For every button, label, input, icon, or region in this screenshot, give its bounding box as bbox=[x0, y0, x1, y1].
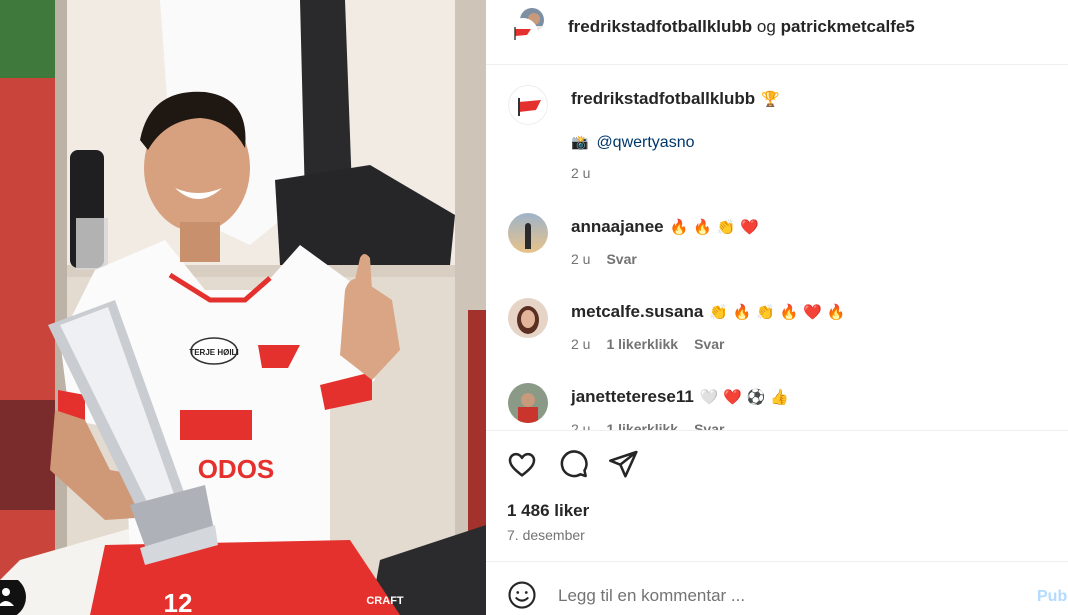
post-actions: 1 486 liker 7. desember bbox=[486, 430, 1068, 560]
comment-time[interactable]: 2 u bbox=[571, 336, 590, 352]
header-conjunction: og bbox=[756, 17, 776, 36]
jersey-number-text: 12 bbox=[164, 588, 193, 615]
comment-likes[interactable]: 1 likerklikk bbox=[606, 336, 678, 352]
comment-username-line: janetteterese11 🤍 ❤️ ⚽ 👍 bbox=[571, 387, 789, 407]
avatar-fredrikstad[interactable] bbox=[508, 18, 538, 48]
club-flag-icon bbox=[518, 98, 541, 116]
likes-count[interactable]: 1 486 liker bbox=[507, 501, 589, 521]
post-header: fredrikstadfotballklubb og patrickmetcal… bbox=[486, 0, 1068, 65]
sponsor-text: TERJE HØILI bbox=[189, 348, 238, 357]
comment-reply-button[interactable]: Svar bbox=[694, 336, 724, 352]
post-header-title: fredrikstadfotballklubb og patrickmetcal… bbox=[568, 17, 915, 37]
list-item: metcalfe.susana 👏 🔥 👏 🔥 ❤️ 🔥 2 u 1 likerkl… bbox=[486, 287, 1068, 357]
comment-username[interactable]: metcalfe.susana bbox=[571, 302, 703, 321]
comment-emojis: 🤍 ❤️ ⚽ 👍 bbox=[699, 388, 789, 406]
shorts-brand-text: CRAFT bbox=[366, 595, 404, 607]
comment-username-line: annaajanee 🔥 🔥 👏 ❤️ bbox=[571, 217, 759, 237]
caption-text: 📸 @qwertyasno bbox=[571, 134, 695, 152]
comment-likes[interactable]: 1 likerklikk bbox=[606, 421, 678, 430]
trophy-icon: 🏆 bbox=[761, 90, 780, 108]
comment-meta: 2 u 1 likerklikk Svar bbox=[571, 421, 740, 430]
post-date[interactable]: 7. desember bbox=[507, 527, 585, 543]
caption-time[interactable]: 2 u bbox=[571, 165, 590, 181]
post-photo[interactable]: TERJE HØILI ODOS 12 CRAFT bbox=[0, 0, 486, 615]
photo-illustration: TERJE HØILI ODOS 12 CRAFT bbox=[0, 0, 486, 615]
tagged-user-icon[interactable] bbox=[0, 580, 26, 615]
avatar[interactable] bbox=[508, 383, 548, 423]
comment-input[interactable] bbox=[558, 584, 978, 608]
comment-composer: Publiser bbox=[486, 561, 1068, 615]
comments-list[interactable]: fredrikstadfotballklubb 🏆 📸 @qwertyasno 2 … bbox=[486, 66, 1068, 430]
avatar[interactable] bbox=[508, 213, 548, 253]
club-flag-icon bbox=[510, 20, 536, 46]
comment-time[interactable]: 2 u bbox=[571, 421, 590, 430]
comment-username[interactable]: janetteterese11 bbox=[571, 387, 694, 406]
comment-meta: 2 u Svar bbox=[571, 251, 653, 267]
comment-username-line: metcalfe.susana 👏 🔥 👏 🔥 ❤️ 🔥 bbox=[571, 302, 845, 322]
publish-button[interactable]: Publiser bbox=[1037, 588, 1068, 606]
avatar[interactable] bbox=[508, 85, 548, 125]
camera-icon: 📸 bbox=[571, 135, 589, 151]
emoji-icon[interactable] bbox=[507, 580, 537, 610]
heart-icon[interactable] bbox=[506, 448, 538, 480]
header-account-primary[interactable]: fredrikstadfotballklubb bbox=[568, 17, 752, 36]
list-item: annaajanee 🔥 🔥 👏 ❤️ 2 u Svar bbox=[486, 202, 1068, 272]
avatar[interactable] bbox=[508, 298, 548, 338]
caption-mention-link[interactable]: @qwertyasno bbox=[596, 134, 694, 151]
collab-avatars[interactable] bbox=[508, 6, 548, 48]
comment-time[interactable]: 2 u bbox=[571, 251, 590, 267]
comment-reply-button[interactable]: Svar bbox=[694, 421, 724, 430]
caption-username-line: fredrikstadfotballklubb 🏆 bbox=[571, 89, 780, 109]
jersey-brand-text: ODOS bbox=[198, 454, 275, 484]
comment-emojis: 👏 🔥 👏 🔥 ❤️ 🔥 bbox=[709, 303, 846, 321]
caption-username[interactable]: fredrikstadfotballklubb bbox=[571, 89, 755, 108]
list-item: janetteterese11 🤍 ❤️ ⚽ 👍 2 u 1 likerklikk S… bbox=[486, 372, 1068, 430]
comment-reply-button[interactable]: Svar bbox=[606, 251, 636, 267]
comment-username[interactable]: annaajanee bbox=[571, 217, 664, 236]
share-icon[interactable] bbox=[607, 448, 639, 480]
caption-item: fredrikstadfotballklubb 🏆 📸 @qwertyasno 2 … bbox=[486, 66, 1068, 186]
comment-icon[interactable] bbox=[557, 448, 589, 480]
header-account-secondary[interactable]: patrickmetcalfe5 bbox=[781, 17, 915, 36]
comment-meta: 2 u 1 likerklikk Svar bbox=[571, 336, 740, 352]
caption-meta: 2 u bbox=[571, 165, 606, 181]
post-side-panel: fredrikstadfotballklubb og patrickmetcal… bbox=[486, 0, 1068, 615]
comment-emojis: 🔥 🔥 👏 ❤️ bbox=[669, 218, 759, 236]
